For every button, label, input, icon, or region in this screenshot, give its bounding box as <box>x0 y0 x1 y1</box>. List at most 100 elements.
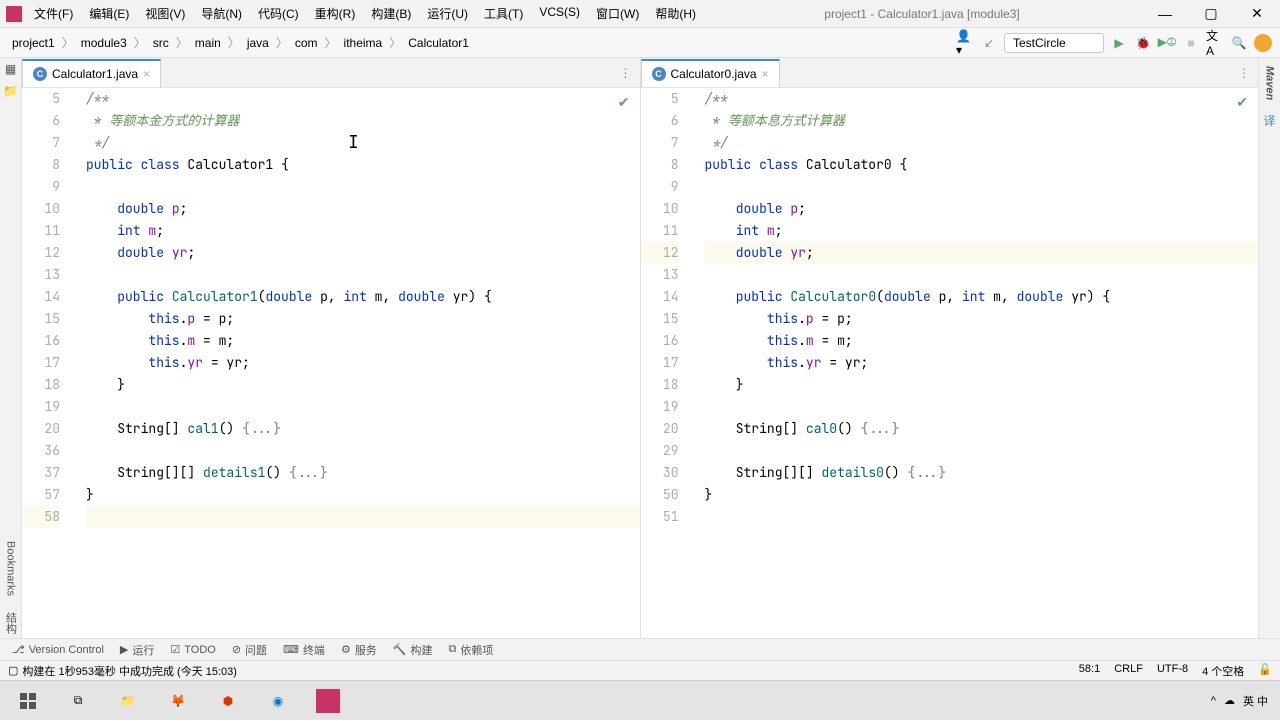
line-number[interactable]: 9 <box>22 176 60 198</box>
translator-icon[interactable]: 译 <box>1263 112 1275 129</box>
code-line[interactable] <box>705 264 1259 286</box>
search-icon[interactable]: 🔍 <box>1230 34 1248 52</box>
code-line[interactable]: } <box>86 484 640 506</box>
line-number[interactable]: 13 <box>22 264 60 286</box>
code-line[interactable]: public class Calculator1 { <box>86 154 640 176</box>
menu-item[interactable]: VCS(S) <box>533 3 586 24</box>
minimize-button[interactable]: — <box>1142 0 1188 28</box>
tab-calculator0[interactable]: C Calculator0.java × <box>641 59 780 87</box>
code-line[interactable]: String[] cal1() {...} <box>86 418 640 440</box>
close-icon[interactable]: × <box>143 67 150 81</box>
code-line[interactable]: int m; <box>705 220 1259 242</box>
line-number[interactable]: 36 <box>22 440 60 462</box>
line-number[interactable]: 20 <box>22 418 60 440</box>
menu-item[interactable]: 构建(B) <box>365 3 417 24</box>
line-number[interactable]: 19 <box>641 396 679 418</box>
line-number[interactable]: 30 <box>641 462 679 484</box>
menu-item[interactable]: 帮助(H) <box>649 3 702 24</box>
caret-position[interactable]: 58:1 <box>1079 663 1100 679</box>
code-line[interactable]: * 等额本息方式计算器 <box>705 110 1259 132</box>
structure-label[interactable]: 结构 <box>3 608 19 638</box>
line-number[interactable]: 17 <box>641 352 679 374</box>
close-button[interactable]: ✕ <box>1234 0 1280 28</box>
folder-icon[interactable]: 📁 <box>3 84 18 98</box>
line-number[interactable]: 5 <box>22 88 60 110</box>
bottom-tab[interactable]: ▶运行 <box>120 642 154 658</box>
code-line[interactable]: this.m = m; <box>705 330 1259 352</box>
translate-icon[interactable]: 文A <box>1206 34 1224 52</box>
code-line[interactable]: String[][] details1() {...} <box>86 462 640 484</box>
code-line[interactable]: this.yr = yr; <box>86 352 640 374</box>
office-icon[interactable]: ⬢ <box>204 681 252 721</box>
menu-item[interactable]: 视图(V) <box>139 3 191 24</box>
line-number[interactable]: 8 <box>22 154 60 176</box>
code-line[interactable]: public class Calculator0 { <box>705 154 1259 176</box>
line-number[interactable]: 13 <box>641 264 679 286</box>
code-line[interactable]: */ <box>705 132 1259 154</box>
code-line[interactable]: public Calculator1(double p, int m, doub… <box>86 286 640 308</box>
edge-icon[interactable]: ◉ <box>254 681 302 721</box>
line-number[interactable]: 51 <box>641 506 679 528</box>
code-line[interactable]: double yr; <box>705 242 1259 264</box>
breadcrumb-item[interactable]: main <box>191 34 225 52</box>
tray-cloud-icon[interactable]: ☁ <box>1224 694 1235 707</box>
line-number[interactable]: 11 <box>22 220 60 242</box>
code-line[interactable] <box>86 440 640 462</box>
code-line[interactable] <box>705 440 1259 462</box>
code-line[interactable]: public Calculator0(double p, int m, doub… <box>705 286 1259 308</box>
firefox-icon[interactable]: 🦊 <box>154 681 202 721</box>
menu-item[interactable]: 文件(F) <box>28 3 79 24</box>
line-number[interactable]: 6 <box>641 110 679 132</box>
line-number[interactable]: 6 <box>22 110 60 132</box>
line-number[interactable]: 9 <box>641 176 679 198</box>
code-area-right[interactable]: 56789101112131415161718192029305051 ✔ /*… <box>641 88 1259 638</box>
intellij-icon[interactable] <box>304 681 352 721</box>
run-config-select[interactable]: TestCircle <box>1004 33 1104 53</box>
code-line[interactable] <box>705 506 1259 528</box>
tab-options-icon[interactable]: ⋮ <box>612 66 640 80</box>
task-view-icon[interactable]: ⧉ <box>54 681 102 721</box>
breadcrumb-item[interactable]: com <box>291 34 322 52</box>
line-number[interactable]: 19 <box>22 396 60 418</box>
menu-item[interactable]: 重构(R) <box>309 3 362 24</box>
line-number[interactable]: 11 <box>641 220 679 242</box>
line-number[interactable]: 12 <box>641 242 679 264</box>
menu-item[interactable]: 窗口(W) <box>590 3 645 24</box>
line-number[interactable]: 37 <box>22 462 60 484</box>
line-number[interactable]: 12 <box>22 242 60 264</box>
menu-item[interactable]: 工具(T) <box>478 3 529 24</box>
indent-setting[interactable]: 4 个空格 <box>1202 663 1244 679</box>
menu-item[interactable]: 运行(U) <box>421 3 474 24</box>
code-line[interactable] <box>86 506 640 528</box>
line-number[interactable]: 18 <box>641 374 679 396</box>
line-number[interactable]: 15 <box>641 308 679 330</box>
bookmarks-label[interactable]: Bookmarks <box>5 537 17 600</box>
line-number[interactable]: 18 <box>22 374 60 396</box>
file-encoding[interactable]: UTF-8 <box>1157 663 1188 679</box>
code-line[interactable]: */ <box>86 132 640 154</box>
code-line[interactable]: this.yr = yr; <box>705 352 1259 374</box>
code-line[interactable]: /** <box>705 88 1259 110</box>
code-line[interactable] <box>86 264 640 286</box>
line-number[interactable]: 20 <box>641 418 679 440</box>
line-number[interactable]: 5 <box>641 88 679 110</box>
stop-icon[interactable]: ■ <box>1182 34 1200 52</box>
code-line[interactable]: this.p = p; <box>705 308 1259 330</box>
line-number[interactable]: 15 <box>22 308 60 330</box>
bottom-tab[interactable]: ☑TODO <box>170 643 215 656</box>
bottom-tab[interactable]: ⌨终端 <box>283 642 325 658</box>
line-number[interactable]: 8 <box>641 154 679 176</box>
close-icon[interactable]: × <box>762 67 769 81</box>
tray-chevron-icon[interactable]: ^ <box>1211 695 1216 707</box>
line-number[interactable]: 58 <box>22 506 60 528</box>
code-line[interactable] <box>86 396 640 418</box>
line-number[interactable]: 16 <box>22 330 60 352</box>
line-number[interactable]: 7 <box>641 132 679 154</box>
breadcrumb-item[interactable]: src <box>149 34 173 52</box>
code-line[interactable]: this.m = m; <box>86 330 640 352</box>
project-icon[interactable]: ▦ <box>5 62 16 76</box>
line-separator[interactable]: CRLF <box>1114 663 1143 679</box>
run-icon[interactable]: ▶ <box>1110 34 1128 52</box>
line-number[interactable]: 7 <box>22 132 60 154</box>
bottom-tab[interactable]: ⎇Version Control <box>12 643 104 656</box>
